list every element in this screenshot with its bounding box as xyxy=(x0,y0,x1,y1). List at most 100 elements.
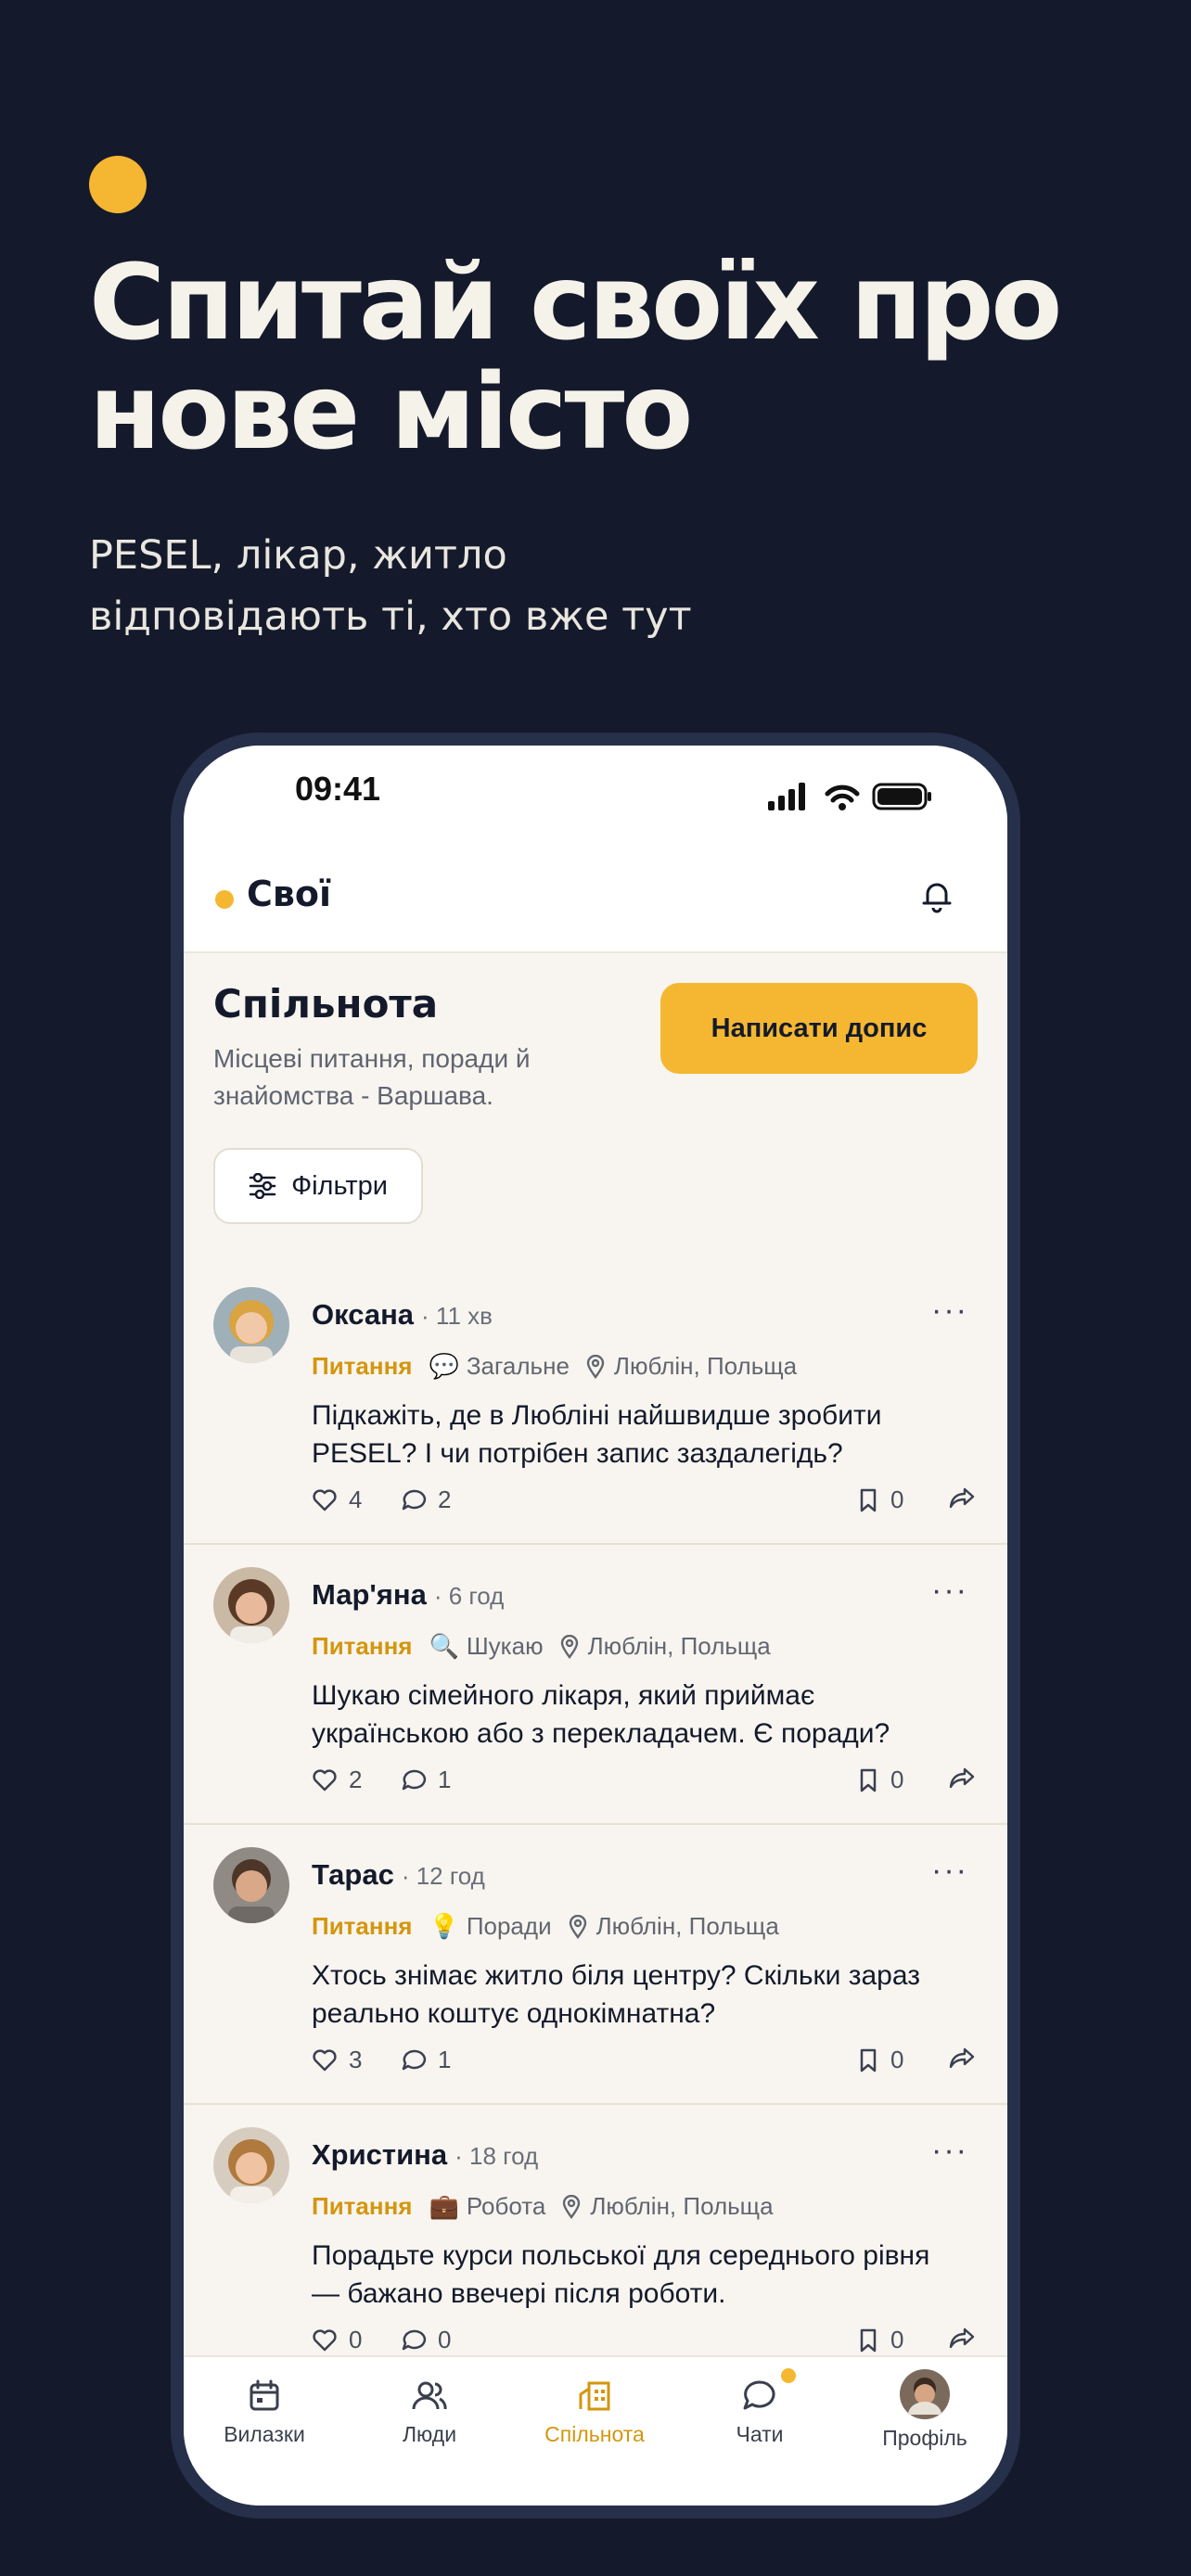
post-card[interactable]: Оксана · 11 хв ··· Питання 💬 Загальне Люб… xyxy=(184,1265,1007,1545)
post-category[interactable]: Питання xyxy=(312,1632,412,1661)
briefcase-icon: 💼 xyxy=(429,2192,459,2220)
save-button[interactable]: 0 xyxy=(857,1486,903,1514)
post-author[interactable]: Тарас · 12 год xyxy=(312,1858,485,1892)
comment-button[interactable]: 0 xyxy=(401,2326,451,2354)
post-category[interactable]: Питання xyxy=(312,1912,412,1941)
share-button[interactable] xyxy=(948,2326,976,2350)
post-card[interactable]: Тарас · 12 год ··· Питання 💡 Поради Люблі… xyxy=(184,1825,1007,2105)
avatar[interactable] xyxy=(213,2127,289,2203)
bookmark-icon xyxy=(860,2328,877,2352)
post-author[interactable]: Оксана · 11 хв xyxy=(312,1298,493,1332)
avatar[interactable] xyxy=(213,1287,289,1363)
bell-icon[interactable] xyxy=(916,875,957,916)
more-options-icon[interactable]: ··· xyxy=(931,1575,968,1606)
post-actions: 3 1 0 xyxy=(312,2046,980,2083)
posts-feed[interactable]: Оксана · 11 хв ··· Питання 💬 Загальне Люб… xyxy=(184,1265,1007,2355)
share-icon xyxy=(949,1767,975,1789)
share-button[interactable] xyxy=(948,1766,976,1790)
tab-people[interactable]: Люди xyxy=(360,2376,499,2447)
like-count: 0 xyxy=(349,2326,363,2353)
post-card[interactable]: Христина · 18 год ··· Питання 💼 Робота Лю… xyxy=(184,2105,1007,2355)
post-actions: 4 2 0 xyxy=(312,1486,980,1523)
share-icon xyxy=(949,1487,975,1509)
post-text: Підкажіть, де в Любліні найшвидше зробит… xyxy=(312,1400,882,1469)
comment-button[interactable]: 2 xyxy=(401,1486,451,1514)
post-tags: Питання 💡 Поради Люблін, Польща xyxy=(312,1912,779,1941)
filters-button[interactable]: Фільтри xyxy=(213,1148,423,1224)
post-author[interactable]: Мар'яна · 6 год xyxy=(312,1578,504,1612)
comment-button[interactable]: 1 xyxy=(401,1766,451,1794)
calendar-icon xyxy=(250,2379,279,2411)
tab-label: Чати xyxy=(736,2422,784,2446)
share-button[interactable] xyxy=(948,2046,976,2070)
share-button[interactable] xyxy=(948,1486,976,1510)
post-time: · 18 год xyxy=(455,2142,539,2170)
unread-badge xyxy=(781,2368,796,2383)
comment-count: 1 xyxy=(438,2046,452,2073)
post-type: Шукаю xyxy=(466,1632,544,1660)
status-time: 09:41 xyxy=(295,770,381,808)
location-pin-icon xyxy=(563,2194,581,2219)
lightbulb-icon: 💡 xyxy=(429,1912,459,1940)
avatar[interactable] xyxy=(213,1567,289,1643)
comment-icon xyxy=(402,1769,427,1790)
post-actions: 0 0 0 xyxy=(312,2326,980,2355)
page-title: Спільнота xyxy=(213,981,439,1027)
heart-icon xyxy=(313,1768,337,1791)
like-count: 4 xyxy=(349,1486,363,1513)
tab-trips[interactable]: Вилазки xyxy=(195,2376,334,2447)
tab-label: Профіль xyxy=(882,2426,967,2450)
write-post-button[interactable]: Написати допис xyxy=(660,983,978,1074)
post-time: · 6 год xyxy=(433,1582,505,1610)
status-bar: 09:41 xyxy=(184,746,1007,838)
avatar[interactable] xyxy=(213,1847,289,1923)
location-pin-icon xyxy=(560,1634,578,1659)
comment-icon xyxy=(402,2329,427,2350)
phone-screen: 09:41 Свої Спільнота Місцеві питання, по… xyxy=(184,746,1007,2506)
hero-subtitle: PESEL, лікар, житло відповідають ті, хто … xyxy=(89,532,692,640)
more-options-icon[interactable]: ··· xyxy=(931,1294,968,1326)
share-icon xyxy=(949,2047,975,2069)
post-type: Робота xyxy=(466,2192,546,2220)
post-location: Люблін, Польща xyxy=(587,1632,771,1660)
save-button[interactable]: 0 xyxy=(857,1766,903,1794)
hero-accent-dot xyxy=(89,156,147,213)
like-button[interactable]: 0 xyxy=(312,2326,362,2354)
post-category[interactable]: Питання xyxy=(312,1352,412,1381)
like-count: 3 xyxy=(349,2046,363,2073)
tab-profile[interactable]: Профіль xyxy=(855,2369,994,2451)
filters-label: Фільтри xyxy=(291,1170,388,1201)
page-description: Місцеві питання, поради й знайомства - В… xyxy=(213,1044,531,1110)
save-button[interactable]: 0 xyxy=(857,2046,903,2074)
bookmark-icon xyxy=(860,1488,877,1511)
chat-icon xyxy=(743,2380,775,2410)
tab-chats[interactable]: Чати xyxy=(690,2376,829,2447)
post-author[interactable]: Христина · 18 год xyxy=(312,2138,538,2172)
brand-dot xyxy=(215,890,234,909)
like-button[interactable]: 3 xyxy=(312,2046,362,2074)
like-button[interactable]: 4 xyxy=(312,1486,362,1514)
post-location: Люблін, Польща xyxy=(613,1352,798,1380)
speech-bubble-icon: 💬 xyxy=(429,1352,459,1380)
hero-title: Спитай своїх про нове місто xyxy=(89,243,1062,473)
post-tags: Питання 💼 Робота Люблін, Польща xyxy=(312,2192,774,2221)
post-card[interactable]: Мар'яна · 6 год ··· Питання 🔍 Шукаю Люблі… xyxy=(184,1545,1007,1825)
post-type: Поради xyxy=(466,1912,552,1940)
comment-count: 1 xyxy=(438,1766,452,1793)
more-options-icon[interactable]: ··· xyxy=(931,2135,968,2166)
post-category[interactable]: Питання xyxy=(312,2192,412,2221)
post-tags: Питання 🔍 Шукаю Люблін, Польща xyxy=(312,1632,771,1661)
comment-icon xyxy=(402,2049,427,2070)
post-location: Люблін, Польща xyxy=(590,2192,774,2220)
save-button[interactable]: 0 xyxy=(857,2326,903,2354)
status-icons xyxy=(768,783,931,810)
tab-community[interactable]: Спільнота xyxy=(525,2376,664,2447)
share-icon xyxy=(949,2327,975,2349)
post-time: · 11 хв xyxy=(421,1302,493,1330)
more-options-icon[interactable]: ··· xyxy=(931,1855,968,1886)
like-button[interactable]: 2 xyxy=(312,1766,362,1794)
magnifier-icon: 🔍 xyxy=(429,1632,459,1660)
bookmark-icon xyxy=(860,2048,877,2072)
comment-button[interactable]: 1 xyxy=(401,2046,451,2074)
post-text: Порадьте курси польської для середнього … xyxy=(312,2240,930,2309)
